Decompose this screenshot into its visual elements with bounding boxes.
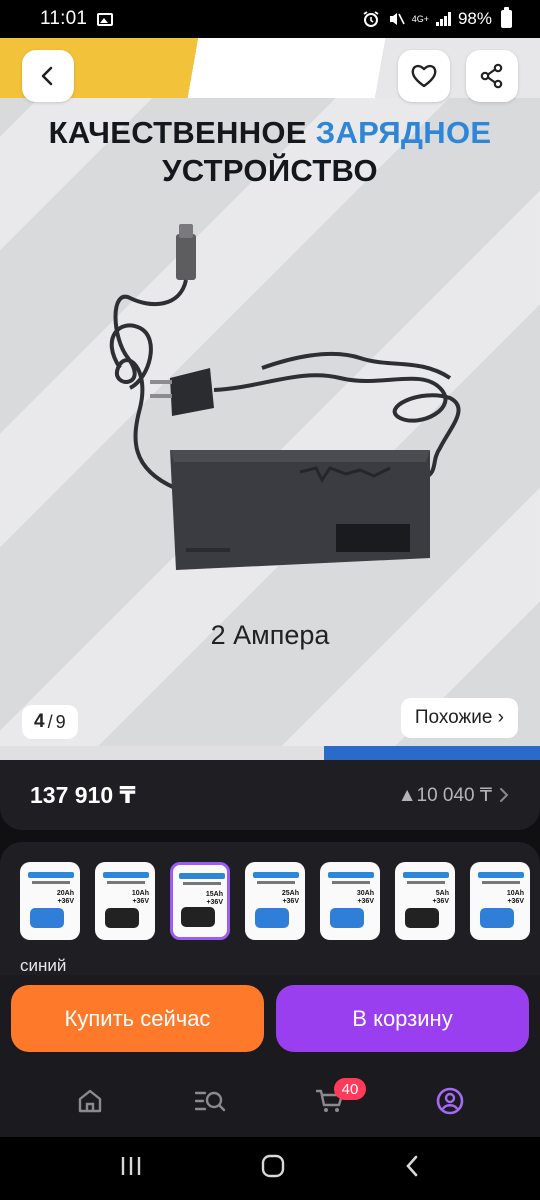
variant-thumbnail[interactable]: 15Ah +36V	[170, 862, 230, 940]
home-icon	[78, 1089, 102, 1113]
cart-badge: 40	[334, 1078, 366, 1100]
pager-total: 9	[55, 711, 66, 732]
similar-products-button[interactable]: Похожие ›	[400, 698, 518, 738]
favorite-button[interactable]	[398, 50, 450, 102]
battery-pack-image	[30, 908, 64, 928]
status-time: 11:01	[40, 8, 88, 29]
banner-bottom-stripe	[0, 746, 540, 760]
purchase-actions: Купить сейчас В корзину	[0, 975, 540, 1065]
variant-thumbnails: 20Ah +36V 10Ah +36V 15Ah +36V 25Ah +36V 30Ah…	[20, 862, 540, 940]
thumbnail-banner	[403, 872, 449, 878]
thumbnail-subline	[107, 881, 145, 884]
banner-stripe	[0, 38, 540, 98]
thumbnail-subline	[257, 881, 295, 884]
add-to-cart-button[interactable]: В корзину	[276, 985, 529, 1052]
nav-catalog[interactable]	[180, 1076, 240, 1126]
heart-icon	[411, 64, 437, 88]
banner-title-part1: КАЧЕСТВЕННОЕ	[48, 115, 316, 150]
gallery-notification-icon	[97, 12, 114, 26]
catalog-search-icon	[194, 1091, 226, 1112]
thumbnail-label: 25Ah +36V	[281, 890, 299, 905]
nav-profile[interactable]	[420, 1076, 480, 1126]
nav-cart[interactable]: 40	[300, 1076, 366, 1126]
price-card: 137 910 ₸ ▲10 040 ₸	[0, 760, 540, 830]
variant-thumbnail[interactable]: 5Ah +36V	[395, 862, 455, 940]
thumbnail-label: 30Ah +36V	[356, 890, 374, 905]
variant-thumbnail[interactable]: 10Ah +36V	[470, 862, 530, 940]
thumbnail-subline	[332, 881, 370, 884]
thumbnail-label: 10Ah +36V	[506, 890, 524, 905]
thumbnail-banner	[478, 872, 524, 878]
thumbnail-subline	[32, 881, 70, 884]
network-type: 4G+	[411, 13, 429, 24]
thumbnail-banner	[253, 872, 299, 878]
thumbnail-label: 10Ah +36V	[131, 890, 149, 905]
battery-pack-image	[105, 908, 139, 928]
charger-image	[109, 224, 461, 570]
variant-thumbnail[interactable]: 10Ah +36V	[95, 862, 155, 940]
thumbnail-label: 20Ah +36V	[56, 890, 74, 905]
share-button[interactable]	[466, 50, 518, 102]
price-change-link[interactable]: ▲10 040 ₸	[398, 784, 510, 807]
banner-caption: 2 Ампера	[210, 620, 330, 650]
image-pager: 4 / 9	[22, 705, 78, 739]
thumbnail-banner	[179, 873, 225, 879]
profile-icon	[436, 1087, 464, 1115]
nav-home[interactable]	[60, 1076, 120, 1126]
product-screen: { "status_bar": { "time": "11:01", "netw…	[0, 0, 540, 1200]
back-button[interactable]	[22, 50, 74, 102]
status-indicators: 4G+ 98%	[362, 7, 512, 29]
home-circle-icon	[261, 1154, 285, 1178]
thumbnail-subline	[183, 882, 221, 885]
battery-pack-image	[181, 907, 215, 927]
battery-pack-image	[255, 908, 289, 928]
battery-pack-image	[480, 908, 514, 928]
share-icon	[480, 63, 503, 89]
thumbnail-subline	[407, 881, 445, 884]
alarm-icon	[363, 11, 379, 27]
status-bar: 11:01 4G+ 98%	[0, 0, 540, 38]
banner-title-part3: УСТРОЙСТВО	[162, 153, 378, 188]
buy-now-button[interactable]: Купить сейчас	[11, 985, 264, 1052]
selected-variant-name: синий	[20, 956, 67, 975]
chevron-left-icon	[406, 1155, 418, 1177]
thumbnail-label: 5Ah +36V	[432, 890, 449, 905]
thumbnail-banner	[103, 872, 149, 878]
battery-pack-image	[330, 908, 364, 928]
variant-thumbnail[interactable]: 30Ah +36V	[320, 862, 380, 940]
mute-icon	[389, 13, 405, 25]
price-change: ▲10 040 ₸	[397, 784, 492, 806]
product-image-gallery[interactable]: КАЧЕСТВЕННОЕ ЗАРЯДНОЕ УСТРОЙСТВО 2 Ампер…	[0, 38, 540, 760]
battery-pack-image	[405, 908, 439, 928]
variant-thumbnail[interactable]: 20Ah +36V	[20, 862, 80, 940]
chevron-right-icon	[500, 788, 509, 802]
thumbnail-subline	[482, 881, 520, 884]
pager-separator: /	[47, 711, 53, 732]
recent-apps-button[interactable]	[119, 1155, 143, 1182]
variant-selector: 20Ah +36V 10Ah +36V 15Ah +36V 25Ah +36V 30Ah…	[0, 842, 540, 982]
thumbnail-banner	[28, 872, 74, 878]
thumbnail-label: 15Ah +36V	[205, 891, 223, 906]
banner-title: КАЧЕСТВЕННОЕ ЗАРЯДНОЕ УСТРОЙСТВО	[0, 114, 540, 190]
back-system-button[interactable]	[403, 1154, 421, 1183]
battery-icon	[501, 7, 512, 28]
price-amount: 137 910 ₸	[30, 781, 136, 808]
chevron-left-icon	[41, 66, 53, 86]
home-system-button[interactable]	[260, 1153, 286, 1184]
system-navigation	[0, 1137, 540, 1200]
variant-thumbnail[interactable]: 25Ah +36V	[245, 862, 305, 940]
pager-current: 4	[34, 711, 45, 732]
thumbnail-banner	[328, 872, 374, 878]
banner-title-part2: ЗАРЯДНОЕ	[315, 115, 492, 150]
battery-percent: 98%	[457, 9, 492, 28]
signal-icon	[435, 12, 451, 26]
recents-icon	[121, 1157, 140, 1175]
bottom-navigation: 40	[0, 1065, 540, 1137]
